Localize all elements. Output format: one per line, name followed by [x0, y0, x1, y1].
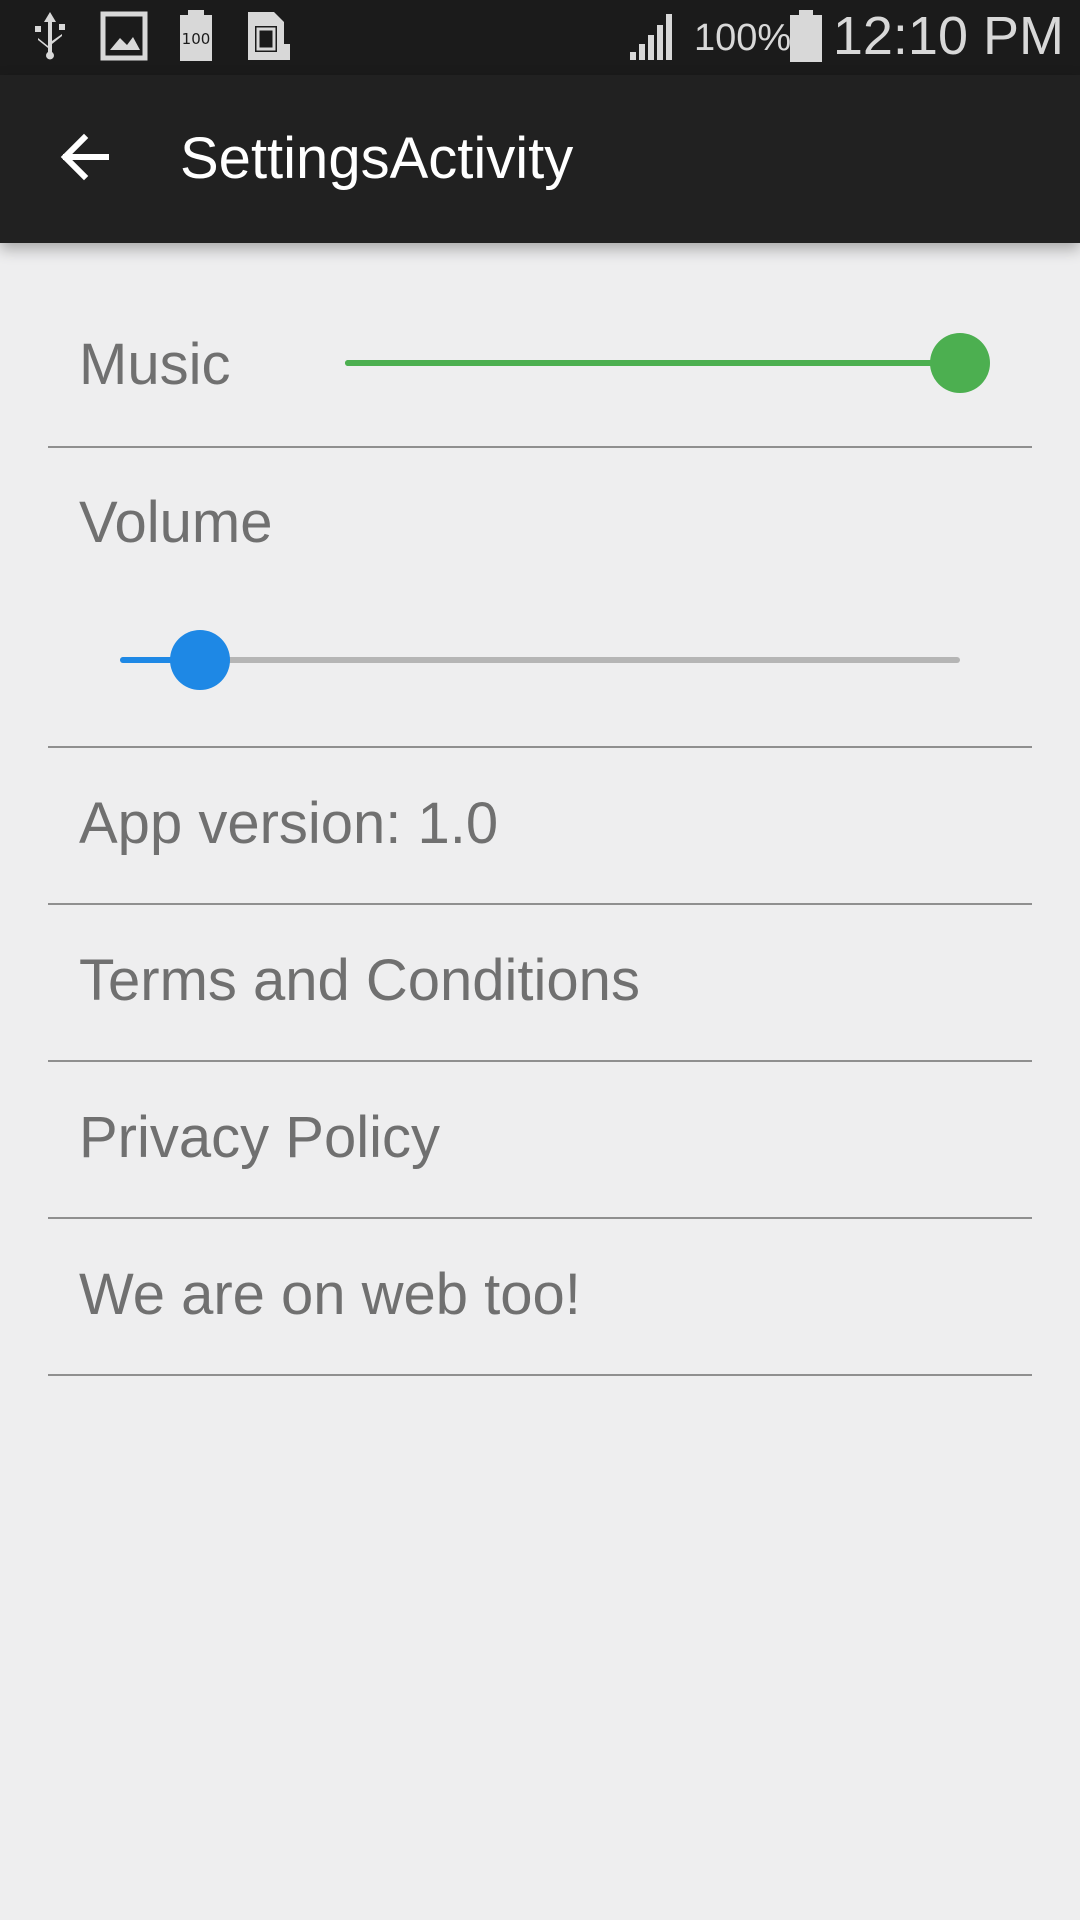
- music-slider-thumb[interactable]: [930, 333, 990, 393]
- image-icon: [100, 10, 148, 62]
- app-bar: SettingsActivity: [0, 75, 1080, 243]
- back-button[interactable]: [44, 119, 124, 199]
- signal-icon: [628, 10, 678, 62]
- privacy-link[interactable]: Privacy Policy: [79, 1104, 440, 1171]
- volume-slider-track: [120, 657, 960, 663]
- arrow-back-icon: [58, 131, 110, 188]
- divider: [48, 746, 1032, 748]
- usb-icon: [30, 10, 70, 62]
- divider: [48, 446, 1032, 448]
- music-label: Music: [79, 332, 231, 397]
- sim-card-icon: [244, 10, 292, 62]
- status-bar: 100 100% 12:10 PM: [0, 0, 1080, 75]
- web-link[interactable]: We are on web too!: [79, 1261, 581, 1328]
- terms-link[interactable]: Terms and Conditions: [79, 947, 640, 1014]
- music-slider-fill: [345, 360, 960, 366]
- battery-percent: 100%: [694, 17, 792, 59]
- battery-100-icon: 100: [178, 10, 214, 62]
- svg-text:100: 100: [182, 30, 211, 48]
- battery-icon: [788, 10, 824, 62]
- clock: 12:10 PM: [832, 6, 1064, 66]
- volume-label: Volume: [79, 490, 273, 555]
- page-title: SettingsActivity: [180, 126, 574, 191]
- app-version-text: App version: 1.0: [79, 791, 499, 856]
- divider: [48, 1374, 1032, 1376]
- volume-slider-thumb[interactable]: [169, 630, 230, 690]
